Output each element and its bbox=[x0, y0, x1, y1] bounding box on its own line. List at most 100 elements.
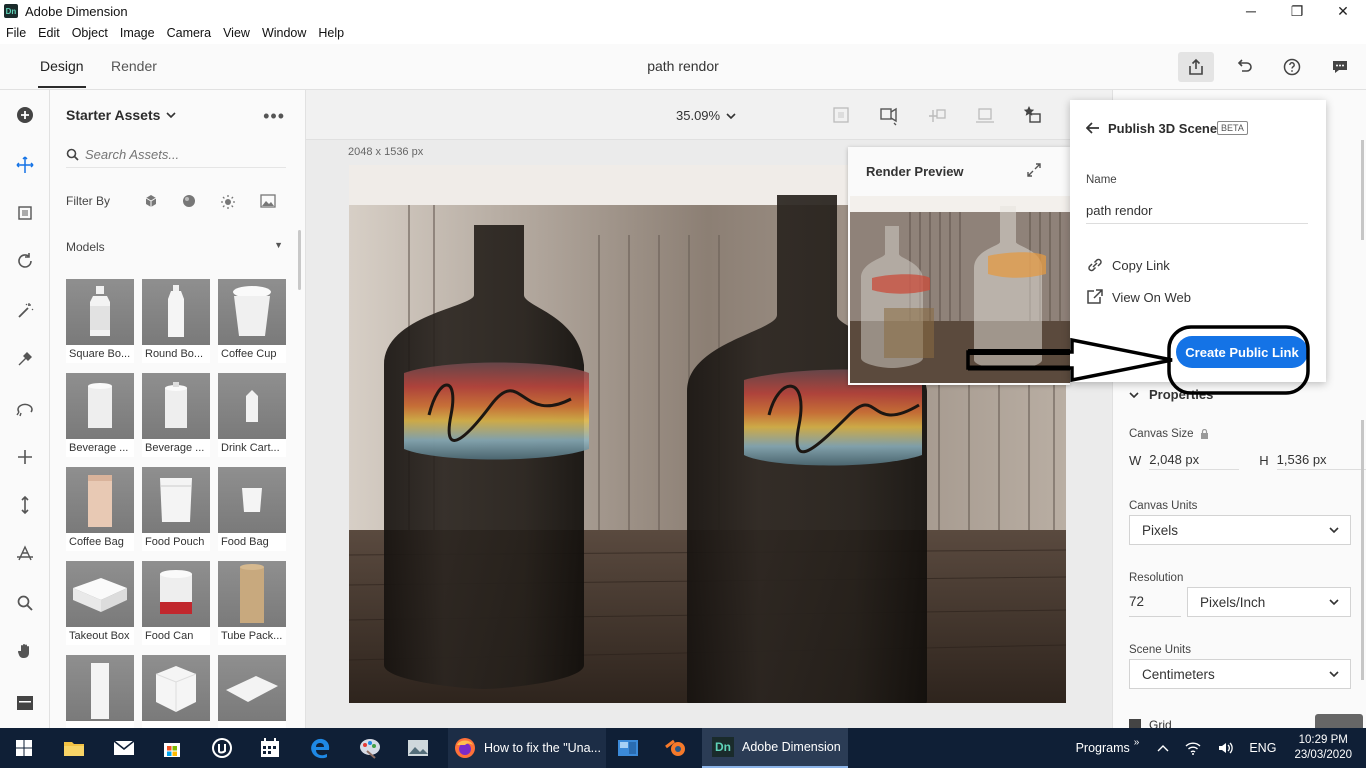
width-field[interactable]: 2,048 px bbox=[1149, 450, 1240, 470]
language-indicator[interactable]: ENG bbox=[1249, 741, 1276, 755]
asset-drink-carton[interactable]: Drink Cart... bbox=[218, 373, 286, 457]
asset-cube-box[interactable] bbox=[142, 655, 210, 728]
edge-icon[interactable] bbox=[296, 728, 344, 768]
show-hidden-icons-chevron-icon[interactable] bbox=[1157, 744, 1169, 752]
asset-search[interactable] bbox=[66, 142, 286, 168]
resolution-units-select[interactable]: Pixels/Inch bbox=[1187, 587, 1351, 617]
calendar-icon[interactable] bbox=[246, 728, 294, 768]
paint-icon[interactable] bbox=[346, 728, 394, 768]
move-to-ground-icon[interactable] bbox=[926, 104, 948, 126]
lasso-icon[interactable] bbox=[13, 397, 37, 421]
asset-food-pouch[interactable]: Food Pouch bbox=[142, 467, 210, 551]
frame-icon[interactable] bbox=[13, 201, 37, 225]
collapse-icon[interactable]: ▼ bbox=[274, 240, 283, 250]
canvas-size-label: Canvas Size bbox=[1129, 428, 1194, 440]
menu-window[interactable]: Window bbox=[256, 26, 312, 40]
properties-header[interactable]: Properties bbox=[1129, 387, 1213, 402]
magic-wand-icon[interactable] bbox=[13, 299, 37, 323]
resolution-field[interactable]: 72 bbox=[1129, 587, 1181, 617]
undo-icon[interactable] bbox=[1226, 52, 1262, 82]
hand-icon[interactable] bbox=[13, 639, 37, 663]
minimize-button[interactable]: ─ bbox=[1228, 0, 1274, 22]
blender-icon[interactable] bbox=[652, 728, 700, 768]
menu-camera[interactable]: Camera bbox=[161, 26, 217, 40]
maximize-button[interactable]: ❐ bbox=[1274, 0, 1320, 22]
menu-image[interactable]: Image bbox=[114, 26, 161, 40]
photos-icon[interactable] bbox=[394, 728, 442, 768]
select-icon[interactable] bbox=[13, 153, 37, 177]
scene-units-select[interactable]: Centimeters bbox=[1129, 659, 1351, 689]
align-icon[interactable] bbox=[974, 104, 996, 126]
asset-beverage-can-1[interactable]: Beverage ... bbox=[66, 373, 134, 457]
menu-edit[interactable]: Edit bbox=[32, 26, 66, 40]
tab-design[interactable]: Design bbox=[38, 58, 86, 88]
file-explorer-icon[interactable] bbox=[50, 728, 98, 768]
create-public-link-button[interactable]: Create Public Link bbox=[1176, 336, 1308, 368]
panel-toggle-icon[interactable] bbox=[13, 691, 37, 715]
frame-selection-icon[interactable] bbox=[830, 104, 852, 126]
toolbar-expand-icon[interactable]: » bbox=[1134, 737, 1140, 748]
images-filter-icon[interactable] bbox=[260, 194, 276, 208]
orbit-icon[interactable] bbox=[13, 249, 37, 273]
canvas-units-select[interactable]: Pixels bbox=[1129, 515, 1351, 545]
lock-icon[interactable] bbox=[1200, 429, 1209, 439]
square-bottle-thumbnail bbox=[66, 279, 134, 345]
asset-food-can[interactable]: Food Can bbox=[142, 561, 210, 645]
dolly-icon[interactable] bbox=[13, 493, 37, 517]
unreal-icon[interactable] bbox=[198, 728, 246, 768]
more-options-icon[interactable]: ••• bbox=[263, 106, 285, 127]
models-filter-icon[interactable] bbox=[144, 194, 158, 208]
firefox-taskbar-item[interactable]: How to fix the "Una... bbox=[448, 728, 606, 768]
asset-tall-box[interactable] bbox=[66, 655, 134, 728]
volume-icon[interactable] bbox=[1217, 741, 1234, 755]
asset-coffee-cup[interactable]: Coffee Cup bbox=[218, 279, 286, 363]
menu-view[interactable]: View bbox=[217, 26, 256, 40]
share-icon[interactable] bbox=[1178, 52, 1214, 82]
tab-render[interactable]: Render bbox=[111, 58, 157, 74]
menu-file[interactable]: File bbox=[0, 26, 32, 40]
asset-square-bottle[interactable]: Square Bo... bbox=[66, 279, 134, 363]
search-input[interactable] bbox=[85, 147, 275, 162]
height-field[interactable]: 1,536 px bbox=[1276, 450, 1366, 470]
materials-filter-icon[interactable] bbox=[182, 194, 196, 208]
properties-scrollbar-top[interactable] bbox=[1361, 140, 1364, 240]
add-icon[interactable] bbox=[13, 103, 37, 127]
asset-round-bottle[interactable]: Round Bo... bbox=[142, 279, 210, 363]
asset-flat-box[interactable] bbox=[218, 655, 286, 728]
adobe-dimension-taskbar-item[interactable]: Dn Adobe Dimension bbox=[702, 728, 848, 768]
grid-color-swatch[interactable] bbox=[1315, 714, 1363, 728]
start-icon[interactable] bbox=[0, 728, 48, 768]
close-button[interactable]: ✕ bbox=[1320, 0, 1366, 22]
back-arrow-icon[interactable] bbox=[1086, 122, 1100, 134]
wifi-icon[interactable] bbox=[1185, 741, 1201, 755]
view-on-web-button[interactable]: View On Web bbox=[1086, 289, 1191, 305]
menu-object[interactable]: Object bbox=[66, 26, 114, 40]
favorite-view-icon[interactable] bbox=[1022, 104, 1044, 126]
store-icon[interactable] bbox=[148, 728, 196, 768]
camera-horizon-icon[interactable] bbox=[13, 541, 37, 565]
help-icon[interactable] bbox=[1274, 52, 1310, 82]
mail-icon[interactable] bbox=[100, 728, 148, 768]
copy-link-button[interactable]: Copy Link bbox=[1086, 257, 1170, 273]
properties-scrollbar[interactable] bbox=[1361, 420, 1364, 680]
name-input[interactable] bbox=[1086, 198, 1308, 224]
zoom-icon[interactable] bbox=[13, 591, 37, 615]
lights-filter-icon[interactable] bbox=[220, 194, 236, 210]
asset-tube-package[interactable]: Tube Pack... bbox=[218, 561, 286, 645]
clock[interactable]: 10:29 PM 23/03/2020 bbox=[1294, 733, 1352, 763]
feedback-icon[interactable] bbox=[1322, 52, 1358, 82]
programs-toolbar[interactable]: Programs bbox=[1076, 741, 1130, 755]
camera-bookmark-icon[interactable] bbox=[878, 104, 900, 126]
assets-scrollbar[interactable] bbox=[298, 230, 301, 290]
asset-food-bag[interactable]: Food Bag bbox=[218, 467, 286, 551]
sampler-icon[interactable] bbox=[13, 347, 37, 371]
zoom-dropdown[interactable]: 35.09% bbox=[676, 108, 736, 123]
assets-source-dropdown[interactable]: Starter Assets bbox=[66, 107, 176, 123]
asset-coffee-bag[interactable]: Coffee Bag bbox=[66, 467, 134, 551]
menu-help[interactable]: Help bbox=[312, 26, 350, 40]
pan-icon[interactable] bbox=[13, 445, 37, 469]
desktop-app-icon[interactable] bbox=[606, 728, 650, 768]
asset-beverage-can-2[interactable]: Beverage ... bbox=[142, 373, 210, 457]
asset-takeout-box[interactable]: Takeout Box bbox=[66, 561, 134, 645]
expand-icon[interactable] bbox=[1026, 162, 1042, 178]
